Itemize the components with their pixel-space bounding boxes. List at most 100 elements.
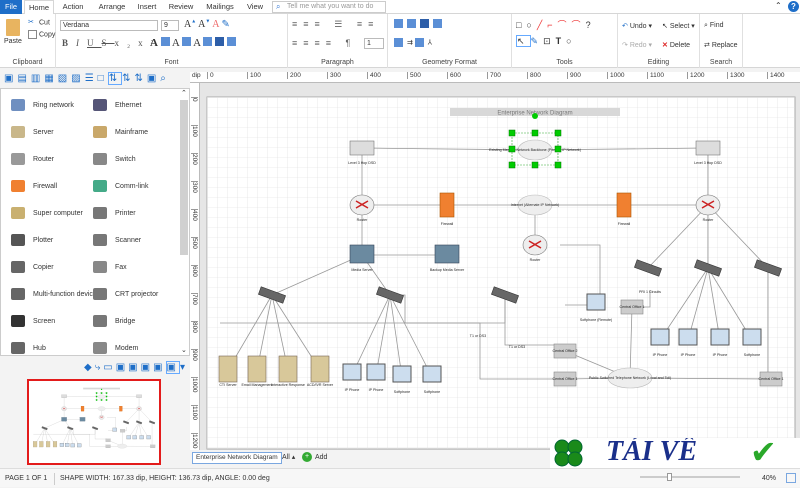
align-buttons[interactable]: ≡≡≡ ☰ ≡≡ — [292, 19, 379, 30]
co-node[interactable]: Central Office 1 — [759, 372, 784, 386]
shape-item[interactable]: Firewall — [11, 176, 57, 196]
shape-item[interactable]: Fax — [93, 257, 127, 277]
rotate-handle[interactable] — [532, 113, 538, 119]
font-style-buttons[interactable]: BIUSx₂x² — [62, 38, 161, 48]
grow-font-button[interactable]: A▲ A▼ A ✎ — [184, 19, 230, 30]
shape-item[interactable]: Printer — [93, 203, 136, 223]
server-node — [46, 441, 50, 447]
drawing-tools[interactable]: □○╱⌐⌒⌒? — [516, 18, 596, 31]
shape-item[interactable]: Router — [11, 149, 54, 169]
server-node[interactable]: CTI Server — [219, 356, 237, 387]
media-node[interactable]: Media Server — [350, 245, 374, 272]
shape-item[interactable]: Ring network — [11, 95, 74, 115]
resize-handle — [106, 396, 107, 397]
font-family-select[interactable]: Verdana — [60, 20, 158, 31]
phone-icon — [711, 329, 729, 345]
zoom-slider[interactable] — [640, 476, 740, 478]
delete-button[interactable]: ✕ Delete — [662, 41, 690, 49]
shape-item[interactable]: Mainframe — [93, 122, 148, 142]
resize-handle[interactable] — [555, 146, 561, 152]
tab-review[interactable]: Review — [166, 0, 196, 14]
soft-icon — [147, 436, 151, 439]
diagram-canvas[interactable]: Enterprise Network DiagramLevel 3 Hop DS… — [200, 83, 800, 450]
shape-item[interactable]: Super computer — [11, 203, 83, 223]
justify-buttons[interactable]: ≡≡≡≡ ¶ — [292, 38, 356, 48]
paste-button[interactable]: Paste — [4, 38, 22, 45]
collapse-ribbon-icon[interactable]: ⌃ — [775, 1, 782, 10]
l3-icon — [350, 141, 374, 155]
resize-handle[interactable] — [532, 162, 538, 168]
scroll-up-icon[interactable]: ⌃ — [181, 89, 187, 97]
ruler-tick: 400 — [191, 209, 198, 221]
co-node[interactable]: Central Office 2 — [553, 344, 578, 358]
shape-item[interactable]: Switch — [93, 149, 136, 169]
add-page-button[interactable]: +Add — [302, 452, 327, 462]
tab-home[interactable]: Home — [24, 0, 54, 14]
shape-item[interactable]: Server — [11, 122, 54, 142]
resize-handle[interactable] — [509, 162, 515, 168]
shape-item[interactable]: Bridge — [93, 311, 135, 331]
help-icon[interactable]: ? — [788, 1, 799, 12]
resize-handle[interactable] — [532, 130, 538, 136]
tab-action[interactable]: Action — [58, 0, 88, 14]
soft-node[interactable]: Softphone — [423, 366, 441, 394]
scroll-down-icon[interactable]: ⌄ — [181, 346, 187, 354]
soft-node[interactable]: Softphone — [743, 329, 761, 357]
resize-handle[interactable] — [509, 146, 515, 152]
tab-view[interactable]: View — [243, 0, 267, 14]
shapes-toolbar-buttons[interactable]: ▣▤▥▦▧▨☰□⇅⇅⇅▣⌕ — [4, 73, 170, 84]
shape-item[interactable]: Plotter — [11, 230, 53, 250]
shape-item[interactable]: Modem — [93, 338, 138, 358]
thumbnail-buttons[interactable]: ◆⤷▭▣▣▣▣▣▾ — [84, 362, 188, 373]
resize-handle[interactable] — [555, 130, 561, 136]
diagram[interactable]: Enterprise Network DiagramLevel 3 Hop DS… — [200, 83, 800, 450]
tell-me-search[interactable]: Tell me what you want to do — [272, 1, 386, 13]
co-node[interactable]: Central Office 1 — [620, 300, 645, 314]
phone-node[interactable]: IP Phone — [711, 329, 729, 357]
text-color-buttons[interactable]: A A A — [150, 37, 236, 49]
redo-button[interactable]: ↷ Redo ▾ — [622, 41, 652, 49]
shape-item[interactable]: Hub — [11, 338, 46, 358]
fit-page-icon[interactable] — [786, 473, 796, 483]
firewall-node[interactable]: Firewall — [617, 193, 631, 226]
page-tab[interactable]: Enterprise Network Diagram — [192, 452, 282, 464]
co-node[interactable]: Central Office 1 — [553, 372, 578, 386]
zoom-slider-thumb[interactable] — [667, 473, 672, 481]
tab-arrange[interactable]: Arrange — [95, 0, 129, 14]
all-pages-button[interactable]: All ▴ — [282, 453, 295, 461]
resize-handle[interactable] — [509, 130, 515, 136]
tab-file[interactable]: File — [0, 0, 22, 14]
shape-item[interactable]: Ethernet — [93, 95, 141, 115]
shape-item[interactable]: CRT projector — [93, 284, 158, 304]
line-buttons[interactable]: ⇉ ⅄ — [394, 38, 432, 47]
fill-buttons[interactable] — [394, 19, 444, 28]
phone-node[interactable]: IP Phone — [679, 329, 697, 357]
shape-item[interactable]: Screen — [11, 311, 55, 331]
page-thumbnail[interactable] — [27, 379, 161, 465]
shape-item[interactable]: Copier — [11, 257, 54, 277]
resize-handle[interactable] — [555, 162, 561, 168]
undo-button[interactable]: ↶ Undo ▾ — [622, 22, 652, 30]
tab-insert[interactable]: Insert — [134, 0, 160, 14]
find-button[interactable]: ⌕ Find — [704, 22, 724, 30]
phone-node[interactable]: IP Phone — [343, 364, 361, 392]
copy-button[interactable]: Copy — [28, 30, 55, 39]
font-size-select[interactable]: 9 — [161, 20, 179, 31]
phone-node[interactable]: IP Phone — [367, 364, 385, 392]
firewall-node[interactable]: Firewall — [440, 193, 454, 226]
line-spacing-select[interactable]: 1 — [364, 38, 384, 49]
cut-button[interactable]: ✂Cut — [28, 18, 50, 27]
l3-node[interactable]: Level 3 Hop DSD — [348, 141, 376, 165]
soft-node[interactable]: Softphone — [393, 366, 411, 394]
shape-item[interactable]: Multi-function device — [11, 284, 97, 304]
shapes-scrollbar[interactable] — [180, 100, 188, 255]
l3-node[interactable]: Level 3 Hop DSD — [694, 141, 722, 165]
tab-mailings[interactable]: Mailings — [203, 0, 237, 14]
pointer-tools[interactable]: ↖✎⊡T○ — [516, 36, 577, 47]
replace-button[interactable]: ⇄ Replace — [704, 41, 738, 49]
phone-node[interactable]: IP Phone — [651, 329, 669, 357]
shape-item[interactable]: Scanner — [93, 230, 141, 250]
shape-item[interactable]: Comm-link — [93, 176, 148, 196]
select-button[interactable]: ↖ Select ▾ — [662, 22, 695, 30]
node-label: Firewall — [618, 222, 631, 226]
